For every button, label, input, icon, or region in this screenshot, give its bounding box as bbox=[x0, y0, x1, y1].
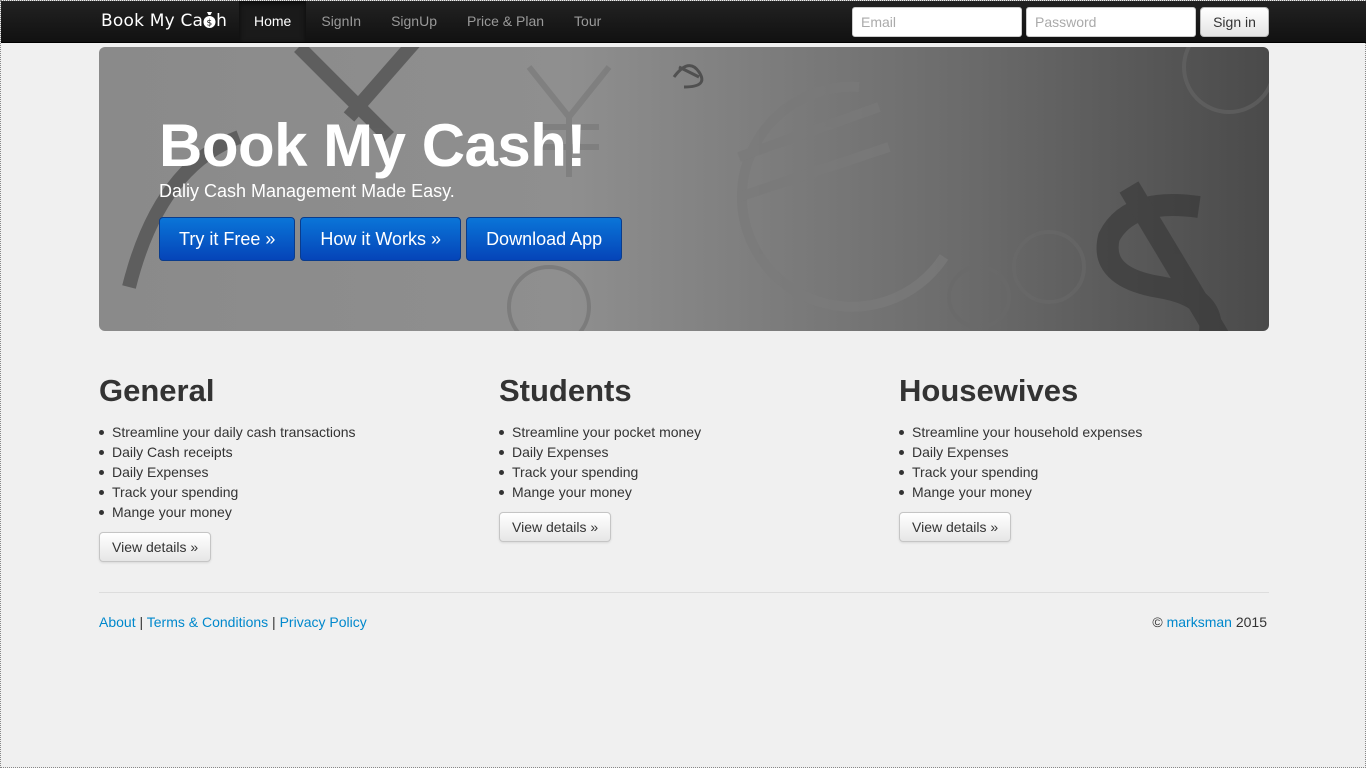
signin-form: Sign in bbox=[852, 7, 1269, 37]
how-it-works-button[interactable]: How it Works » bbox=[300, 217, 462, 261]
svg-text:$: $ bbox=[207, 19, 213, 29]
list-item: Daily Expenses bbox=[499, 442, 869, 462]
list-item: Streamline your household expenses bbox=[899, 422, 1269, 442]
column-heading: General bbox=[99, 373, 215, 408]
feature-list: Streamline your household expenses Daily… bbox=[899, 422, 1269, 502]
list-item: Daily Expenses bbox=[899, 442, 1269, 462]
author-link[interactable]: marksman bbox=[1167, 614, 1232, 630]
list-item: Streamline your daily cash transactions bbox=[99, 422, 469, 442]
password-input[interactable] bbox=[1026, 7, 1196, 37]
brand-text-tail: h bbox=[216, 11, 228, 31]
view-details-button[interactable]: View details » bbox=[899, 512, 1012, 542]
list-item: Streamline your pocket money bbox=[499, 422, 869, 442]
list-item: Track your spending bbox=[499, 462, 869, 482]
brand-logo[interactable]: Book My Ca $ h bbox=[101, 11, 227, 31]
list-item: Daily Cash receipts bbox=[99, 442, 469, 462]
list-item: Track your spending bbox=[99, 482, 469, 502]
footer-divider bbox=[99, 592, 1269, 593]
list-item: Mange your money bbox=[899, 482, 1269, 502]
money-bag-icon: $ bbox=[203, 12, 216, 29]
feature-list: Streamline your pocket money Daily Expen… bbox=[499, 422, 869, 502]
hero-buttons: Try it Free » How it Works » Download Ap… bbox=[159, 217, 627, 261]
copyright: © marksman 2015 bbox=[1152, 614, 1267, 630]
hero-banner: Book My Cash! Daliy Cash Management Made… bbox=[99, 47, 1269, 331]
link-separator: | bbox=[135, 614, 147, 630]
column-heading: Housewives bbox=[899, 373, 1079, 408]
nav-tour[interactable]: Tour bbox=[559, 1, 616, 42]
email-input[interactable] bbox=[852, 7, 1022, 37]
nav-signin[interactable]: SignIn bbox=[306, 1, 376, 42]
about-link[interactable]: About bbox=[99, 614, 136, 630]
nav-price-plan[interactable]: Price & Plan bbox=[452, 1, 559, 42]
link-separator: | bbox=[268, 614, 280, 630]
list-item: Mange your money bbox=[499, 482, 869, 502]
general-column: General Streamline your daily cash trans… bbox=[99, 373, 469, 562]
hero-subtitle: Daliy Cash Management Made Easy. bbox=[159, 181, 455, 201]
try-free-button[interactable]: Try it Free » bbox=[159, 217, 296, 261]
main-nav: Home SignIn SignUp Price & Plan Tour bbox=[239, 1, 616, 42]
students-column: Students Streamline your pocket money Da… bbox=[499, 373, 869, 542]
list-item: Daily Expenses bbox=[99, 462, 469, 482]
view-details-button[interactable]: View details » bbox=[99, 532, 212, 562]
hero-title: Book My Cash! bbox=[159, 112, 586, 179]
copyright-symbol: © bbox=[1152, 614, 1163, 630]
download-app-button[interactable]: Download App bbox=[466, 217, 623, 261]
list-item: Mange your money bbox=[99, 502, 469, 522]
signin-button[interactable]: Sign in bbox=[1200, 7, 1269, 37]
feature-list: Streamline your daily cash transactions … bbox=[99, 422, 469, 522]
nav-signup[interactable]: SignUp bbox=[376, 1, 452, 42]
nav-home[interactable]: Home bbox=[239, 1, 307, 42]
privacy-link[interactable]: Privacy Policy bbox=[280, 614, 367, 630]
footer-links: About | Terms & Conditions | Privacy Pol… bbox=[99, 614, 367, 630]
view-details-button[interactable]: View details » bbox=[499, 512, 612, 542]
column-heading: Students bbox=[499, 373, 632, 408]
terms-link[interactable]: Terms & Conditions bbox=[147, 614, 268, 630]
copyright-year: 2015 bbox=[1235, 614, 1267, 630]
brand-text: Book My Ca bbox=[101, 11, 204, 31]
housewives-column: Housewives Streamline your household exp… bbox=[899, 373, 1269, 542]
top-navbar: Book My Ca $ h Home SignIn SignUp Price & … bbox=[1, 1, 1366, 43]
list-item: Track your spending bbox=[899, 462, 1269, 482]
